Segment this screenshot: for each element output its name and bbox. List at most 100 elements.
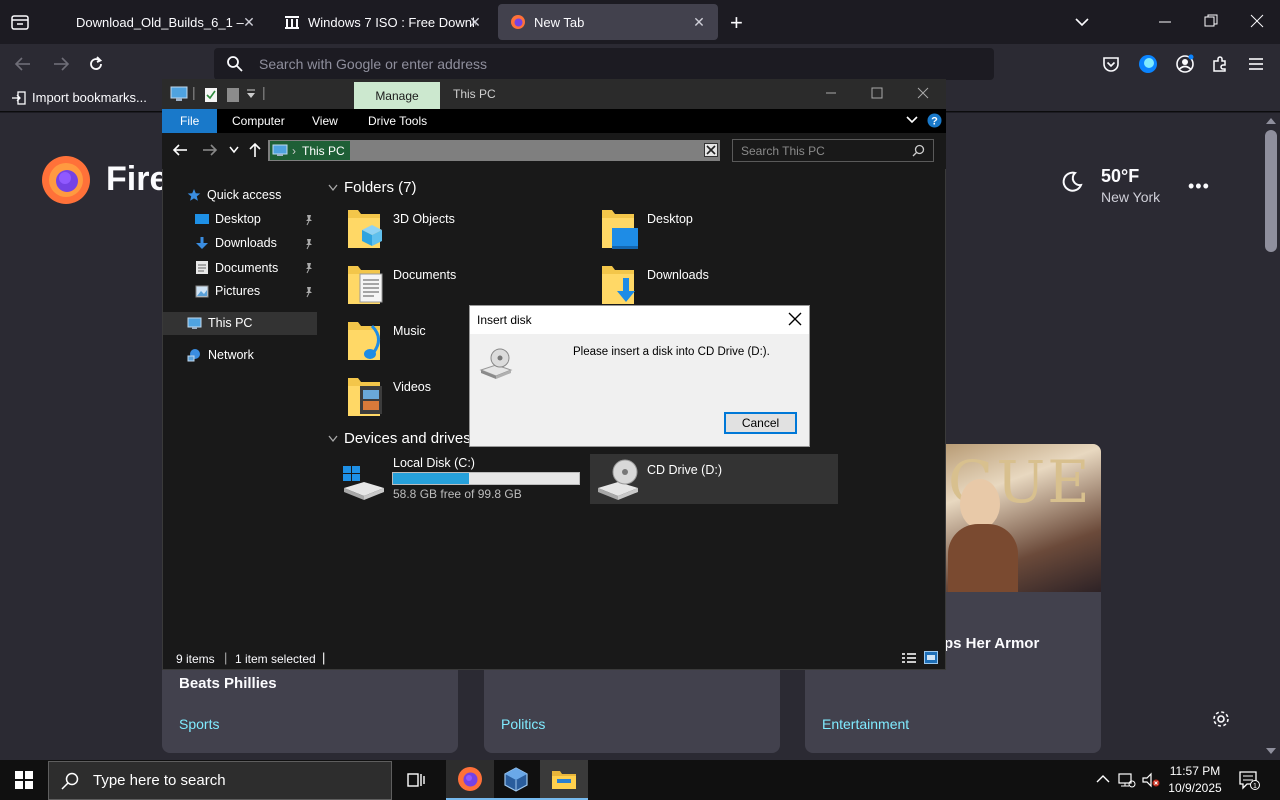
scroll-down-icon[interactable] bbox=[1265, 746, 1277, 756]
list-all-tabs-icon[interactable] bbox=[1074, 14, 1090, 30]
help-icon[interactable]: ? bbox=[927, 113, 942, 128]
ribbon-tab-drive-tools[interactable]: Drive Tools bbox=[354, 109, 441, 133]
task-view-button[interactable] bbox=[392, 760, 440, 800]
ribbon-tab-file[interactable]: File bbox=[162, 109, 218, 133]
expand-ribbon-icon[interactable] bbox=[906, 115, 918, 125]
pocket-icon[interactable] bbox=[1102, 55, 1120, 73]
folder-music[interactable] bbox=[344, 316, 384, 362]
breadcrumb-this-pc[interactable]: This PC bbox=[302, 144, 345, 158]
clear-address-icon[interactable] bbox=[704, 143, 718, 157]
scroll-up-icon[interactable] bbox=[1265, 116, 1277, 126]
tab-windows7-iso[interactable]: Windows 7 ISO : Free Downloa ✕ bbox=[272, 4, 494, 40]
pin-icon[interactable] bbox=[304, 238, 314, 250]
nav-documents[interactable]: Documents bbox=[195, 260, 278, 275]
folder-label[interactable]: Music bbox=[393, 324, 426, 338]
nav-desktop[interactable]: Desktop bbox=[195, 212, 261, 226]
taskbar-search-box[interactable]: Type here to search bbox=[48, 761, 392, 800]
story-category[interactable]: Politics bbox=[501, 716, 545, 732]
dialog-close-icon[interactable] bbox=[788, 312, 802, 326]
folder-documents[interactable] bbox=[344, 260, 384, 306]
new-folder-icon[interactable] bbox=[226, 87, 240, 103]
folders-section-header[interactable]: Folders (7) bbox=[328, 179, 417, 196]
local-disk-drive-icon[interactable] bbox=[340, 464, 386, 502]
manage-contextual-tab[interactable]: Manage bbox=[354, 82, 440, 109]
forward-icon[interactable] bbox=[52, 56, 70, 72]
show-hidden-icons-icon[interactable] bbox=[1096, 774, 1110, 784]
drive-name[interactable]: CD Drive (D:) bbox=[647, 463, 722, 477]
nav-downloads[interactable]: Downloads bbox=[195, 236, 277, 250]
scrollbar-thumb[interactable] bbox=[1265, 130, 1277, 252]
breadcrumb-chevron-icon[interactable]: › bbox=[292, 144, 296, 158]
import-bookmarks-link[interactable]: Import bookmarks... bbox=[12, 90, 147, 105]
explorer-minimize-icon[interactable] bbox=[825, 86, 837, 100]
ribbon-tab-view[interactable]: View bbox=[298, 109, 352, 133]
folder-label[interactable]: Videos bbox=[393, 380, 431, 394]
address-path[interactable]: › This PC bbox=[270, 141, 350, 160]
volume-muted-icon[interactable] bbox=[1142, 772, 1160, 788]
pin-icon[interactable] bbox=[304, 214, 314, 226]
tab-list-icon[interactable] bbox=[10, 12, 30, 32]
customize-qat-icon[interactable] bbox=[246, 88, 256, 100]
folder-label[interactable]: Downloads bbox=[647, 268, 709, 282]
explorer-search-input[interactable]: Search This PC bbox=[732, 139, 934, 162]
close-window-icon[interactable] bbox=[1250, 14, 1264, 28]
up-arrow-icon[interactable] bbox=[248, 142, 262, 158]
nav-quick-access[interactable]: Quick access bbox=[187, 188, 281, 202]
explorer-close-icon[interactable] bbox=[917, 87, 929, 99]
large-icons-view-icon[interactable] bbox=[924, 651, 938, 664]
collapse-chevron-icon[interactable] bbox=[328, 435, 338, 443]
folder-desktop[interactable] bbox=[598, 204, 640, 250]
account-icon[interactable] bbox=[1175, 54, 1195, 74]
forward-arrow-icon[interactable] bbox=[202, 143, 218, 157]
close-tab-icon[interactable]: ✕ bbox=[240, 13, 258, 31]
firefox-logo-icon bbox=[40, 153, 92, 205]
story-category[interactable]: Sports bbox=[179, 716, 219, 732]
drive-name[interactable]: Local Disk (C:) bbox=[393, 456, 475, 470]
details-view-icon[interactable] bbox=[901, 652, 917, 664]
folder-label[interactable]: 3D Objects bbox=[393, 212, 455, 226]
cd-drive-icon[interactable] bbox=[594, 458, 640, 500]
devices-section-header[interactable]: Devices and drives bbox=[328, 430, 471, 447]
back-arrow-icon[interactable] bbox=[172, 143, 188, 157]
reload-icon[interactable] bbox=[87, 55, 105, 73]
network-tray-icon[interactable] bbox=[1118, 772, 1136, 788]
menu-hamburger-icon[interactable] bbox=[1248, 56, 1264, 72]
close-tab-icon[interactable]: ✕ bbox=[690, 13, 708, 31]
new-tab-button[interactable]: + bbox=[730, 10, 743, 36]
story-category[interactable]: Entertainment bbox=[822, 716, 909, 732]
cancel-button[interactable]: Cancel bbox=[724, 412, 797, 434]
folder-downloads[interactable] bbox=[598, 260, 640, 306]
taskbar-file-explorer[interactable] bbox=[540, 760, 588, 800]
folder-label[interactable]: Documents bbox=[393, 268, 456, 282]
tab-download-old-builds[interactable]: Download_Old_Builds_6_1 – Org ✕ bbox=[64, 4, 268, 40]
nav-network[interactable]: Network bbox=[187, 348, 254, 362]
minimize-icon[interactable] bbox=[1158, 12, 1172, 32]
ribbon-tab-computer[interactable]: Computer bbox=[218, 109, 299, 133]
taskbar-clock[interactable]: 11:57 PM 10/9/2025 bbox=[1160, 763, 1230, 797]
explorer-maximize-icon[interactable] bbox=[871, 87, 883, 99]
nav-pictures[interactable]: Pictures bbox=[195, 284, 260, 298]
back-icon[interactable] bbox=[14, 56, 32, 72]
folder-3d-objects[interactable] bbox=[344, 204, 384, 250]
nav-this-pc[interactable]: This PC bbox=[187, 316, 252, 330]
recent-locations-icon[interactable] bbox=[229, 146, 239, 154]
collapse-chevron-icon[interactable] bbox=[328, 184, 338, 192]
weather-options-icon[interactable]: ••• bbox=[1188, 176, 1210, 197]
settings-gear-icon[interactable] bbox=[1212, 710, 1230, 728]
pin-icon[interactable] bbox=[304, 262, 314, 274]
extension-icon[interactable] bbox=[1138, 54, 1158, 74]
start-button[interactable] bbox=[0, 760, 48, 800]
properties-icon[interactable] bbox=[204, 87, 218, 103]
pin-icon[interactable] bbox=[304, 286, 314, 298]
tab-new-tab[interactable]: New Tab ✕ bbox=[498, 4, 718, 40]
section-title: Devices and drives bbox=[344, 430, 471, 447]
restore-icon[interactable] bbox=[1204, 14, 1218, 28]
folder-label[interactable]: Desktop bbox=[647, 212, 693, 226]
close-tab-icon[interactable]: ✕ bbox=[466, 13, 484, 31]
notification-center-icon[interactable]: 1 bbox=[1238, 770, 1260, 790]
extensions-puzzle-icon[interactable] bbox=[1211, 55, 1229, 73]
taskbar-firefox[interactable] bbox=[446, 760, 494, 800]
folder-videos[interactable] bbox=[344, 372, 384, 418]
taskbar-virtualbox[interactable] bbox=[492, 760, 540, 800]
clock-date: 10/9/2025 bbox=[1168, 781, 1222, 795]
